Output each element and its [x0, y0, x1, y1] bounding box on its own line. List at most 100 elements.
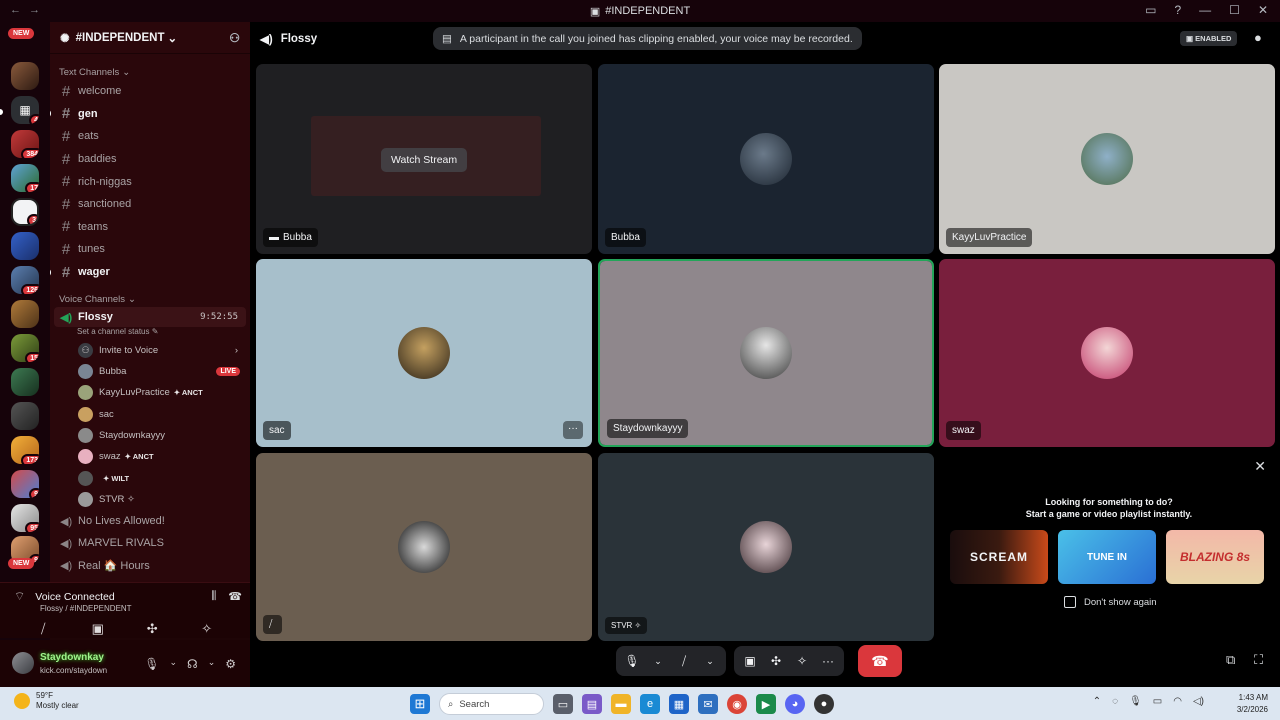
voice-user[interactable]: sac: [50, 404, 250, 425]
disconnect-icon[interactable]: ☎: [228, 590, 242, 603]
channel-sanctioned[interactable]: # sanctioned: [50, 193, 250, 216]
add-member-icon[interactable]: ⚇: [229, 31, 240, 45]
screen-share-icon[interactable]: ▣: [740, 654, 760, 668]
soundboard-icon[interactable]: ✧: [189, 619, 225, 639]
clips-enabled-badge[interactable]: ▣ ENABLED: [1180, 31, 1238, 46]
voice-user[interactable]: swaz ✦ ANCT: [50, 446, 250, 467]
participant-tile[interactable]: Bubba: [598, 64, 934, 254]
username[interactable]: Staydownkay: [40, 652, 104, 663]
game-card-scream[interactable]: SCREAM: [950, 530, 1048, 584]
back-forward-icon[interactable]: ←→: [10, 4, 48, 16]
voice-user[interactable]: STVR ✧: [50, 489, 250, 510]
microphone-icon[interactable]: 🎙︎: [1129, 696, 1142, 707]
close-window-icon[interactable]: ✕: [1258, 3, 1268, 17]
server-icon[interactable]: 17: [11, 164, 39, 192]
close-icon[interactable]: ✕: [1254, 458, 1266, 475]
text-category[interactable]: Text Channels ⌄: [50, 64, 250, 80]
popout-icon[interactable]: ⧉: [1226, 652, 1235, 668]
voice-channel-flossy[interactable]: ◀) Flossy 9:52:55: [54, 307, 246, 328]
more-options-button[interactable]: ···: [563, 421, 583, 439]
soundboard-icon[interactable]: ✧: [792, 654, 812, 668]
fullscreen-icon[interactable]: ⛶: [1254, 652, 1263, 668]
server-icon[interactable]: 384: [11, 130, 39, 158]
server-icon[interactable]: [11, 402, 39, 430]
clock[interactable]: 1:43 AM 3/2/2026: [1237, 692, 1268, 716]
server-icon[interactable]: 15: [11, 334, 39, 362]
maximize-icon[interactable]: ☐: [1229, 3, 1240, 17]
weather-widget[interactable]: 59°F Mostly clear: [14, 691, 79, 711]
activities-icon[interactable]: ✣: [766, 654, 786, 668]
noise-suppression-icon[interactable]: ⫼: [211, 590, 216, 603]
server-icon[interactable]: 126: [11, 266, 39, 294]
volume-icon[interactable]: ◁): [1193, 696, 1204, 707]
more-icon[interactable]: ···: [818, 654, 838, 668]
chevron-up-icon[interactable]: ⌃: [1093, 696, 1101, 707]
voice-channel[interactable]: ◀) MARVEL RIVALS: [50, 532, 250, 554]
microphone-icon[interactable]: 🎙︎: [622, 654, 642, 668]
outlook-icon[interactable]: ✉: [698, 694, 718, 714]
screen-share-icon[interactable]: ▣: [80, 619, 116, 639]
file-explorer-icon[interactable]: ▬: [611, 694, 631, 714]
chevron-down-icon[interactable]: ⌄: [648, 656, 668, 667]
app-icon[interactable]: ●: [814, 694, 834, 714]
game-card-tunein[interactable]: TUNE IN: [1058, 530, 1156, 584]
watch-stream-button[interactable]: Watch Stream: [381, 148, 468, 172]
network-icon[interactable]: ◌: [1112, 696, 1118, 707]
help-icon[interactable]: ?: [1174, 3, 1181, 17]
activities-icon[interactable]: ✣: [134, 619, 170, 639]
server-icon[interactable]: [11, 368, 39, 396]
start-icon[interactable]: ⊞: [410, 694, 430, 714]
app-icon[interactable]: ▤: [582, 694, 602, 714]
channel-status[interactable]: Set a channel status ✎: [50, 327, 250, 339]
channel-gen[interactable]: # gen: [50, 103, 250, 126]
server-icon[interactable]: [11, 300, 39, 328]
server-icon[interactable]: 3: [11, 198, 39, 226]
chrome-icon[interactable]: ◉: [727, 694, 747, 714]
channel-baddies[interactable]: # baddies: [50, 148, 250, 171]
channel-wager[interactable]: # wager: [50, 261, 250, 284]
chevron-down-icon[interactable]: ⌄: [169, 657, 177, 671]
voice-user[interactable]: KayyLuvPractice ✦ ANCT: [50, 382, 250, 403]
minimize-icon[interactable]: —: [1199, 3, 1211, 17]
server-icon[interactable]: ▦ 4: [11, 96, 39, 124]
voice-channel[interactable]: ◀) Real 🏠 Hours: [50, 554, 250, 576]
server-header[interactable]: ✺ #INDEPENDENT ⌄ ⚇: [50, 22, 250, 54]
checkbox[interactable]: [1064, 596, 1076, 608]
server-icon[interactable]: [11, 62, 39, 90]
channel-tunes[interactable]: # tunes: [50, 238, 250, 261]
voice-user[interactable]: ✦ WILT: [50, 468, 250, 489]
server-icon[interactable]: 173: [11, 436, 39, 464]
wifi-icon[interactable]: ◠: [1173, 696, 1182, 707]
participant-tile[interactable]: swaz: [939, 259, 1275, 447]
voice-category[interactable]: Voice Channels ⌄: [50, 291, 250, 307]
gear-icon[interactable]: ⚙: [225, 657, 236, 671]
invite-to-voice[interactable]: ⚇ Invite to Voice ›: [50, 339, 250, 360]
task-view-icon[interactable]: ▭: [553, 694, 573, 714]
microphone-icon[interactable]: 🎙︎: [144, 657, 159, 671]
headphones-icon[interactable]: ☊: [187, 657, 198, 671]
participant-tile[interactable]: STVR ✧: [598, 453, 934, 641]
voice-user[interactable]: Bubba LIVE: [50, 361, 250, 382]
channel-rich-niggas[interactable]: # rich-niggas: [50, 170, 250, 193]
inbox-icon[interactable]: ▭: [1145, 3, 1156, 17]
participant-tile[interactable]: KayyLuvPractice: [939, 64, 1275, 254]
participant-tile[interactable]: ⧸: [256, 453, 592, 641]
participant-tile[interactable]: sac ···: [256, 259, 592, 447]
chat-icon[interactable]: ●: [1254, 30, 1262, 45]
edge-icon[interactable]: e: [640, 694, 660, 714]
camera-off-icon[interactable]: ⧸: [25, 619, 61, 639]
channel-eats[interactable]: # eats: [50, 125, 250, 148]
camera-off-icon[interactable]: ⧸: [674, 654, 694, 669]
chevron-down-icon[interactable]: ⌄: [208, 657, 216, 671]
server-icon[interactable]: 9: [11, 470, 39, 498]
store-icon[interactable]: ▦: [669, 694, 689, 714]
stream-tile[interactable]: Watch Stream ▬ Bubba: [256, 64, 592, 254]
voice-channel[interactable]: ◀) No Lives Allowed!: [50, 510, 250, 532]
avatar[interactable]: [12, 652, 34, 674]
dont-show-again[interactable]: Don't show again: [1064, 596, 1157, 608]
game-card-blazing8s[interactable]: BLAZING 8s: [1166, 530, 1264, 584]
server-icon[interactable]: [11, 232, 39, 260]
search-box[interactable]: ⌕ Search: [439, 693, 544, 715]
chevron-down-icon[interactable]: ⌄: [700, 656, 720, 667]
disconnect-button[interactable]: ☎: [858, 645, 902, 677]
